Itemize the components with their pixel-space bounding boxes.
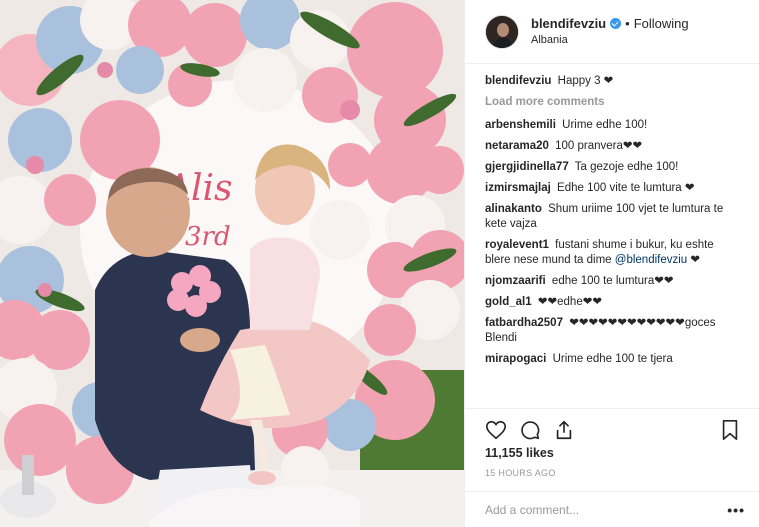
comment-text: Edhe 100 vite te lumtura ❤	[557, 182, 695, 194]
comment-text: Urime edhe 100 te tjera	[552, 353, 673, 365]
comment: izmirsmajlaj Edhe 100 vite te lumtura ❤	[485, 181, 741, 196]
comment: njomzaarifi edhe 100 te lumtura❤❤	[485, 274, 741, 289]
comment: mirapogaci Urime edhe 100 te tjera	[485, 352, 741, 367]
comment-text-suffix: ❤	[687, 254, 701, 266]
action-bar	[465, 408, 759, 444]
comment: fatbardha2507 ❤❤❤❤❤❤❤❤❤❤❤❤goces Blendi	[485, 316, 741, 346]
separator-dot: •	[625, 15, 630, 31]
post-timestamp[interactable]: 15 HOURS AGO	[485, 468, 556, 478]
comment-text: edhe 100 te lumtura❤❤	[551, 275, 674, 287]
verified-badge-icon	[610, 18, 622, 29]
load-more-comments-button[interactable]: Load more comments	[485, 95, 741, 110]
comment: alinakanto Shum uriime 100 vjet te lumtu…	[485, 202, 741, 232]
comment-text: Ta gezoje edhe 100!	[574, 161, 679, 173]
avatar[interactable]	[485, 14, 519, 49]
post-header: blendifevziu • Following Albania	[465, 0, 759, 64]
photo-illustration: Alis 3rd	[0, 0, 464, 527]
comments-list[interactable]: blendifevziu Happy 3 ❤ Load more comment…	[465, 64, 759, 404]
bookmark-icon[interactable]	[715, 415, 745, 445]
add-comment-input[interactable]: Add a comment...	[485, 503, 579, 517]
comment-username[interactable]: alinakanto	[485, 203, 542, 215]
caption-text: Happy 3 ❤	[557, 75, 614, 87]
comment-username[interactable]: mirapogaci	[485, 353, 546, 365]
following-button[interactable]: Following	[634, 16, 689, 32]
comment-username[interactable]: gold_al1	[485, 296, 532, 308]
location-link[interactable]: Albania	[531, 32, 689, 48]
more-options-icon[interactable]: •••	[727, 502, 745, 518]
comment-username[interactable]: royalevent1	[485, 239, 549, 251]
svg-text:3rd: 3rd	[185, 222, 231, 252]
comment-text: Urime edhe 100!	[562, 119, 648, 131]
comment-icon[interactable]	[515, 415, 545, 445]
comment: gold_al1 ❤❤edhe❤❤	[485, 295, 741, 310]
add-comment-bar: Add a comment... •••	[465, 491, 759, 527]
comment-username[interactable]: gjergjidinella77	[485, 161, 569, 173]
post-photo[interactable]: Alis 3rd	[0, 0, 464, 527]
comment: arbenshemili Urime edhe 100!	[485, 118, 741, 133]
comment-text: ❤❤edhe❤❤	[537, 296, 602, 308]
likes-count[interactable]: 11,155 likes	[485, 446, 554, 460]
comment: gjergjidinella77 Ta gezoje edhe 100!	[485, 160, 741, 175]
comment-username[interactable]: njomzaarifi	[485, 275, 546, 287]
comment-username[interactable]: arbenshemili	[485, 119, 556, 131]
post-sidebar: blendifevziu • Following Albania blendif…	[464, 0, 759, 527]
header-username[interactable]: blendifevziu	[531, 16, 606, 32]
share-icon[interactable]	[549, 415, 579, 445]
comment-mention-link[interactable]: @blendifevziu	[615, 254, 687, 266]
avatar-image	[486, 15, 518, 48]
heart-icon[interactable]	[481, 415, 511, 445]
caption: blendifevziu Happy 3 ❤	[485, 74, 741, 89]
comment-username[interactable]: fatbardha2507	[485, 317, 563, 329]
comment: royalevent1 fustani shume i bukur, ku es…	[485, 238, 741, 268]
comment-username[interactable]: netarama20	[485, 140, 549, 152]
caption-username[interactable]: blendifevziu	[485, 75, 551, 87]
comment-text: 100 pranvera❤❤	[555, 140, 643, 152]
comment-username[interactable]: izmirsmajlaj	[485, 182, 551, 194]
comment: netarama20 100 pranvera❤❤	[485, 139, 741, 154]
